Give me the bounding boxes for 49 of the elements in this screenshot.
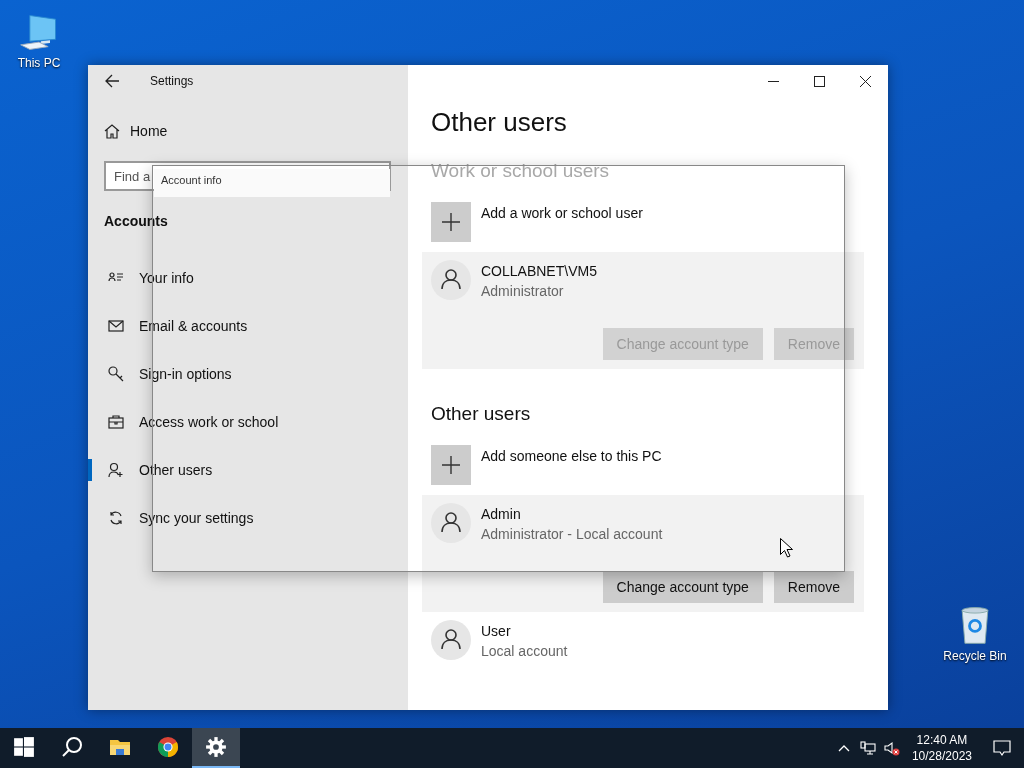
sync-icon — [108, 510, 124, 526]
nav-item[interactable]: Access work or school — [88, 411, 285, 433]
nav-item[interactable]: Other users — [88, 459, 219, 481]
taskbar-button[interactable] — [192, 728, 240, 768]
user-panel[interactable]: Admin Administrator - Local account Change account type Remove — [422, 495, 864, 612]
remove-button[interactable]: Remove — [773, 571, 854, 603]
network-icon[interactable] — [859, 740, 876, 756]
mouse-pointer-icon — [780, 538, 793, 558]
add-user-button[interactable]: Add a work or school user — [431, 202, 643, 242]
browser-icon — [157, 736, 179, 758]
person-icon — [431, 503, 471, 543]
envelope-icon — [108, 318, 124, 334]
section-heading: Work or school users — [431, 160, 611, 182]
search-icon — [61, 736, 83, 758]
user-name: COLLABNET\VM5 — [481, 263, 597, 279]
notification-icon[interactable] — [993, 739, 1011, 757]
account-type: Administrator — [481, 283, 565, 299]
desktop-icon-label[interactable]: Recycle Bin — [943, 649, 1007, 663]
add-user-button[interactable]: Add someone else to this PC — [431, 445, 662, 485]
user-name: Admin — [481, 506, 522, 522]
clock[interactable]: 12:40 AM 10/28/2023 — [903, 733, 980, 763]
person-icon — [431, 260, 471, 300]
nav-item[interactable]: Sync your settings — [88, 507, 260, 529]
dialog-title: Account info — [161, 174, 222, 186]
home-icon — [104, 123, 120, 139]
section-heading: Other users — [431, 403, 532, 425]
plus-icon — [441, 455, 461, 475]
nav-item[interactable]: Sign-in options — [88, 363, 238, 385]
plus-icon — [441, 212, 461, 232]
user-name: User — [481, 623, 512, 639]
close-icon — [859, 75, 871, 87]
home-link[interactable]: Home — [130, 123, 168, 139]
change-account-type-button[interactable]: Change account type — [602, 571, 763, 603]
briefcase-icon — [108, 414, 124, 430]
user-entry[interactable]: User Local account — [422, 612, 864, 669]
windows-logo-icon — [13, 736, 35, 758]
section-label: Accounts — [104, 213, 169, 229]
account-type: Local account — [481, 643, 568, 659]
speaker-muted-icon[interactable] — [883, 740, 900, 756]
arrow-left-icon — [105, 74, 119, 88]
maximize-icon — [813, 75, 825, 87]
page-title: Other users — [431, 107, 568, 138]
nav-item[interactable]: Email & accounts — [88, 315, 254, 337]
window-title: Settings — [150, 74, 194, 88]
key-icon — [108, 366, 124, 382]
person-icon — [431, 620, 471, 660]
person-add-icon — [108, 462, 124, 478]
account-type: Administrator - Local account — [481, 526, 663, 542]
desktop-icon-label[interactable]: This PC — [17, 56, 61, 70]
